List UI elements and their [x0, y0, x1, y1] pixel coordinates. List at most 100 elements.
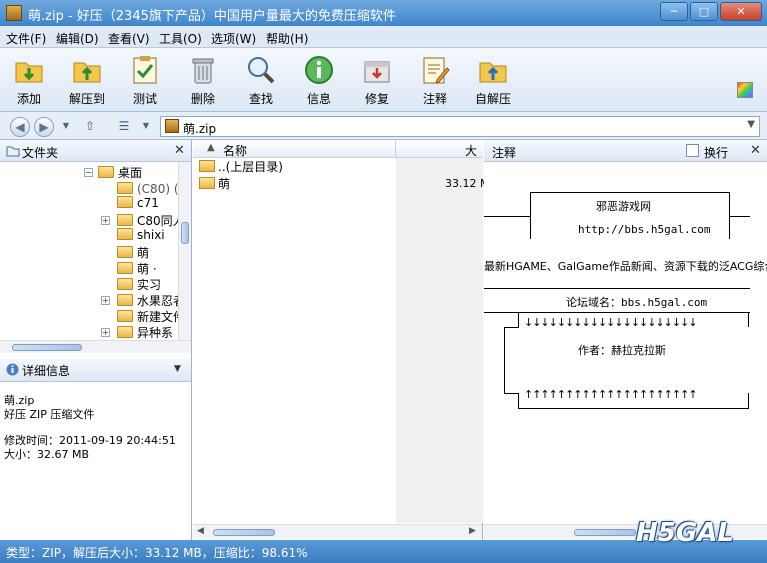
info-icon	[305, 56, 333, 84]
tree-node[interactable]: (C80) (同	[117, 180, 178, 196]
file-row[interactable]: 萌	[199, 175, 230, 191]
sort-up-icon: ▲	[207, 142, 215, 153]
collapse-icon[interactable]: −	[84, 168, 93, 177]
address-dropdown-icon[interactable]: ▼	[747, 119, 755, 130]
add-button[interactable]: 添加	[3, 52, 55, 110]
info-icon	[6, 363, 19, 376]
info-button[interactable]: 信息	[293, 52, 345, 110]
extract-label: 解压到	[68, 92, 105, 106]
minimize-button[interactable]: ─	[660, 2, 688, 21]
comment-button[interactable]: 注释	[409, 52, 461, 110]
menu-options[interactable]: 选项(W)	[211, 30, 256, 47]
folder-icon	[98, 166, 114, 178]
tree-node[interactable]: 异种系	[117, 324, 173, 340]
sfx-label: 自解压	[474, 92, 511, 106]
tree-node[interactable]: c71	[117, 196, 159, 212]
forward-button[interactable]: ▶	[34, 117, 54, 137]
menu-tools[interactable]: 工具(O)	[159, 30, 202, 47]
menu-file[interactable]: 文件(F)	[6, 30, 46, 47]
tree-node[interactable]: 水果忍者	[117, 292, 178, 308]
window-title: 萌.zip - 好压（2345旗下产品）中国用户量最大的免费压缩软件	[28, 9, 396, 24]
sfx-button[interactable]: 自解压	[467, 52, 519, 110]
comment-icon	[423, 57, 450, 84]
details-filetype: 好压 ZIP 压缩文件	[4, 408, 95, 421]
details-size: 大小：32.67 MB	[4, 448, 90, 461]
tree-hscrollbar[interactable]	[0, 340, 191, 353]
status-text: 类型：ZIP，解压后大小：33.12 MB，压缩比：98.61%	[6, 546, 308, 560]
comment-site-url: http://bbs.h5gal.com	[578, 223, 711, 236]
comment-site-name: 邪恶游戏网	[596, 200, 651, 213]
comment-up-arrows: ↑↑↑↑↑↑↑↑↑↑↑↑↑↑↑↑↑↑↑↑↑	[524, 388, 698, 401]
folder-icon	[117, 326, 133, 338]
expand-icon[interactable]: +	[101, 328, 110, 337]
comment-pane: 注释 换行 ✕ 邪恶游戏网 http://bbs.h5gal.com 最新HGA…	[484, 140, 767, 540]
up-folder-icon[interactable]: ⇧	[82, 118, 98, 134]
address-path: 萌.zip	[183, 122, 217, 136]
view-dropdown-icon[interactable]: ▼	[138, 118, 154, 134]
menu-edit[interactable]: 编辑(D)	[56, 30, 99, 47]
tree-vscrollbar[interactable]	[178, 162, 191, 340]
scroll-thumb[interactable]	[181, 222, 189, 244]
delete-label: 删除	[190, 92, 215, 106]
folder-icon	[6, 146, 20, 157]
folder-icon	[117, 278, 133, 290]
back-button[interactable]: ◀	[10, 117, 30, 137]
folder-icon	[117, 294, 133, 306]
menu-view[interactable]: 查看(V)	[108, 30, 150, 47]
folder-tree: − 桌面 (C80) (同 c71 + C80同人 shixi 萌 萌 · 实习…	[0, 162, 178, 340]
column-name[interactable]: 名称	[223, 142, 247, 159]
tree-node[interactable]: C80同人	[117, 212, 178, 228]
repair-button[interactable]: 修复	[351, 52, 403, 110]
folder-icon	[117, 182, 133, 194]
tree-node[interactable]: 萌 ·	[117, 260, 157, 276]
file-row-parent[interactable]: ..(上层目录)	[199, 158, 283, 174]
folders-close-icon[interactable]: ✕	[174, 143, 185, 158]
tree-node[interactable]: 新建文件	[117, 308, 178, 324]
skin-icon[interactable]	[737, 82, 753, 98]
folder-icon	[117, 214, 133, 226]
left-pane: 文件夹 ✕ − 桌面 (C80) (同 c71 + C80同人 shixi 萌 …	[0, 140, 192, 540]
history-dropdown-icon[interactable]: ▼	[58, 118, 74, 134]
file-size: 33.12 M	[445, 177, 490, 190]
info-label: 信息	[306, 92, 331, 106]
find-button[interactable]: 查找	[235, 52, 287, 110]
column-size[interactable]: 大	[465, 142, 477, 159]
scroll-right-icon[interactable]: ▶	[469, 526, 476, 536]
test-button[interactable]: 测试	[119, 52, 171, 110]
view-mode-icon[interactable]: ☰	[116, 118, 132, 134]
menu-help[interactable]: 帮助(H)	[266, 30, 308, 47]
scroll-thumb[interactable]	[12, 344, 82, 351]
add-label: 添加	[16, 92, 41, 106]
tree-node[interactable]: 实习	[117, 276, 161, 292]
trash-icon	[192, 58, 214, 84]
comment-label: 注释	[422, 92, 447, 106]
folder-icon	[117, 262, 133, 274]
folder-icon	[199, 160, 215, 172]
find-label: 查找	[248, 92, 273, 106]
tree-node-desktop[interactable]: 桌面	[98, 164, 142, 180]
comment-tagline: 最新HGAME、GalGame作品新闻、资源下载的泛ACG综合	[484, 260, 767, 273]
wrap-checkbox[interactable]	[686, 144, 699, 157]
comment-forum: 论坛域名：bbs.h5gal.com	[566, 296, 708, 309]
comment-down-arrows: ↓↓↓↓↓↓↓↓↓↓↓↓↓↓↓↓↓↓↓↓↓	[524, 316, 698, 329]
app-icon	[6, 5, 22, 21]
scroll-left-icon[interactable]: ◀	[197, 526, 204, 536]
comment-close-icon[interactable]: ✕	[750, 143, 761, 158]
close-button[interactable]: ✕	[720, 2, 762, 21]
expand-icon[interactable]: +	[101, 296, 110, 305]
toolbar: 添加 解压到 测试 删除 查找 信息 修复 注释 自解压	[0, 48, 767, 112]
address-field[interactable]: 萌.zip ▼	[160, 116, 760, 137]
maximize-button[interactable]: □	[690, 2, 718, 21]
menu-bar: 文件(F) 编辑(D) 查看(V) 工具(O) 选项(W) 帮助(H)	[0, 26, 767, 48]
scroll-thumb[interactable]	[213, 529, 275, 536]
wrap-label[interactable]: 换行	[704, 144, 728, 161]
delete-button[interactable]: 删除	[177, 52, 229, 110]
extract-button[interactable]: 解压到	[61, 52, 113, 110]
details-collapse-icon[interactable]: ▼	[174, 364, 181, 374]
tree-node[interactable]: 萌	[117, 244, 149, 260]
file-list-hscrollbar[interactable]: ◀ ▶	[193, 524, 482, 539]
column-divider[interactable]	[395, 140, 396, 158]
scroll-thumb[interactable]	[574, 529, 636, 536]
tree-node[interactable]: shixi	[117, 228, 165, 244]
expand-icon[interactable]: +	[101, 216, 110, 225]
